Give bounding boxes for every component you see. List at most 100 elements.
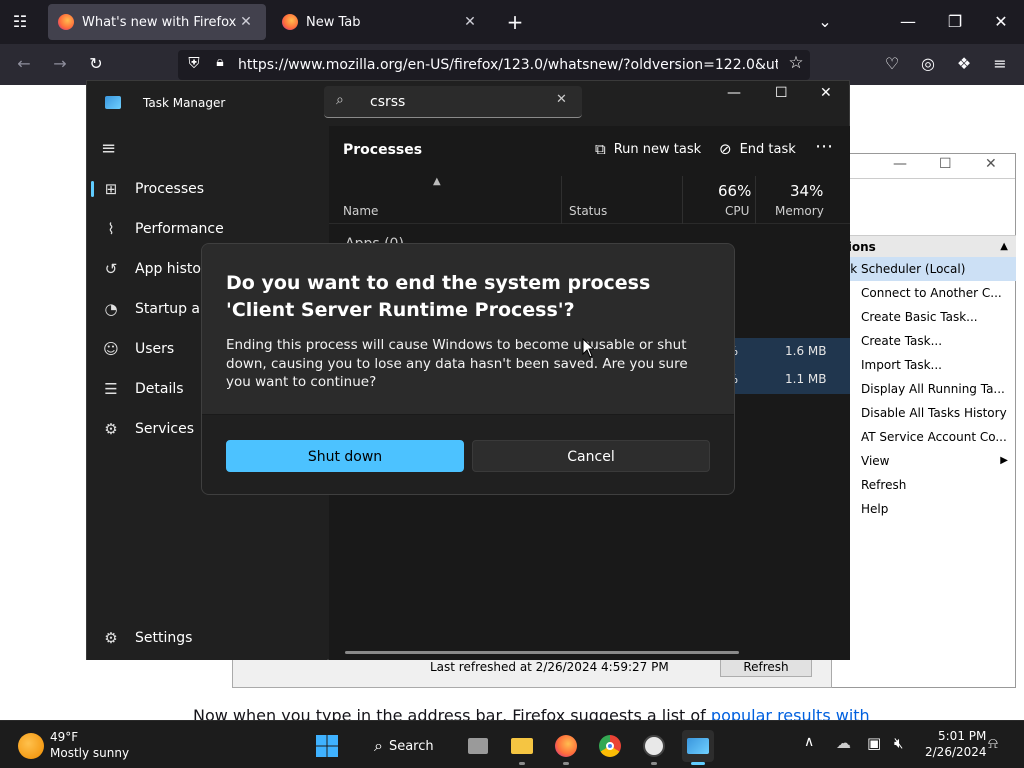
extensions-icon[interactable]: ❖ <box>949 49 979 79</box>
window-title: Task Manager <box>143 96 226 110</box>
onedrive-cloud-icon[interactable]: ☁ <box>836 734 851 752</box>
pocket-icon[interactable]: ♡ <box>877 49 907 79</box>
action-import-task[interactable]: Import Task... <box>832 353 1016 377</box>
firefox-view-icon[interactable]: ☷ <box>5 7 35 37</box>
performance-icon: ⌇ <box>107 220 115 238</box>
column-memory[interactable]: Memory <box>775 204 824 218</box>
startup-apps-icon: ◔ <box>104 300 118 318</box>
search-input[interactable] <box>370 93 550 110</box>
end-task-button[interactable]: ⊘ End task <box>719 140 796 158</box>
action-view-label: View <box>861 454 890 468</box>
close-icon[interactable]: ✕ <box>985 156 997 172</box>
task-manager-icon <box>687 738 709 754</box>
minimize-icon[interactable]: — <box>893 7 923 37</box>
tab-new-tab[interactable]: New Tab ✕ <box>272 4 490 40</box>
forward-arrow-icon[interactable]: → <box>45 49 75 79</box>
firefox-taskbar-button[interactable] <box>550 730 582 765</box>
firefox-logo-icon <box>555 735 577 757</box>
column-name[interactable]: Name <box>343 204 378 218</box>
tracking-shield-icon[interactable]: ⛨ <box>184 54 204 72</box>
users-icon: ☺ <box>103 340 119 358</box>
run-new-task-button[interactable]: ⧉ Run new task <box>595 140 701 158</box>
file-explorer-button[interactable] <box>506 730 538 765</box>
nav-processes[interactable]: ⊞ Processes <box>87 169 327 209</box>
maximize-icon[interactable]: ☐ <box>775 85 788 101</box>
close-icon[interactable]: ✕ <box>820 85 832 101</box>
end-task-icon: ⊘ <box>719 140 732 158</box>
network-icon[interactable]: ▣ <box>867 734 881 752</box>
minimize-icon[interactable]: — <box>727 85 741 101</box>
action-refresh[interactable]: Refresh <box>832 473 1016 497</box>
restore-icon[interactable]: ❐ <box>940 7 970 37</box>
account-icon[interactable]: ◎ <box>913 49 943 79</box>
clock-date[interactable]: 2/26/2024 <box>925 745 987 759</box>
lock-icon[interactable]: 🔒︎ <box>210 54 230 70</box>
reload-icon[interactable]: ↻ <box>81 49 111 79</box>
bookmark-star-icon[interactable]: ☆ <box>786 53 806 73</box>
memory-usage-percent: 34% <box>790 182 824 200</box>
task-manager-logo-icon <box>105 96 121 109</box>
more-options-icon[interactable]: ⋯ <box>815 136 833 157</box>
task-manager-taskbar-button[interactable] <box>682 730 714 765</box>
shut-down-button[interactable]: Shut down <box>226 440 464 472</box>
maximize-icon[interactable]: ☐ <box>939 156 952 172</box>
task-view-button[interactable] <box>462 730 494 762</box>
firefox-logo-icon <box>282 14 298 30</box>
menu-hamburger-icon[interactable]: ≡ <box>985 49 1015 79</box>
refresh-button[interactable]: Refresh <box>720 657 812 677</box>
new-tab-plus-icon[interactable]: + <box>500 7 530 37</box>
nav-label: Details <box>135 381 184 397</box>
show-hidden-icons-chevron-icon[interactable]: ∧ <box>804 734 814 750</box>
column-divider <box>561 176 562 224</box>
close-tab-icon[interactable]: ✕ <box>460 14 480 30</box>
action-create-task[interactable]: Create Task... <box>832 329 1016 353</box>
chrome-taskbar-button[interactable] <box>594 730 626 762</box>
start-button[interactable] <box>311 730 343 762</box>
running-indicator <box>651 762 657 765</box>
action-at-service[interactable]: AT Service Account Co... <box>832 425 1016 449</box>
services-icon: ⚙ <box>104 420 118 438</box>
column-status[interactable]: Status <box>569 204 607 218</box>
actions-subheader[interactable]: sk Scheduler (Local) ▲ <box>832 241 1016 281</box>
taskbar-search-button[interactable]: ⌕ Search <box>362 732 452 760</box>
cancel-button[interactable]: Cancel <box>472 440 710 472</box>
weather-temperature[interactable]: 49°F <box>50 730 78 744</box>
back-arrow-icon[interactable]: ← <box>9 49 39 79</box>
action-view[interactable]: View ▶ <box>832 449 1016 473</box>
clock-app-button[interactable] <box>638 730 670 765</box>
hamburger-menu-icon[interactable]: ≡ <box>101 138 116 159</box>
close-window-icon[interactable]: ✕ <box>986 7 1016 37</box>
minimize-icon[interactable]: — <box>893 156 907 172</box>
search-icon: ⌕ <box>336 92 344 108</box>
notification-bell-icon[interactable]: ⍾ <box>988 734 998 752</box>
url-bar[interactable]: ⛨ 🔒︎ https://www.mozilla.org/en-US/firef… <box>178 50 810 80</box>
actions-pane: tions sk Scheduler (Local) ▲ Connect to … <box>832 235 1016 521</box>
horizontal-scrollbar[interactable] <box>345 651 739 654</box>
weather-description[interactable]: Mostly sunny <box>50 746 129 760</box>
action-connect[interactable]: Connect to Another C... <box>832 281 1016 305</box>
collapse-triangle-icon[interactable]: ▲ <box>1000 235 1008 259</box>
dialog-footer: Shut down Cancel <box>202 414 734 494</box>
action-help[interactable]: Help <box>832 497 1016 521</box>
dialog-title: Do you want to end the system process 'C… <box>226 272 651 321</box>
tab-whats-new[interactable]: What's new with Firefox - More ✕ <box>48 4 266 40</box>
search-label: Search <box>388 738 434 754</box>
weather-sun-icon[interactable] <box>18 733 44 759</box>
action-create-basic-task[interactable]: Create Basic Task... <box>832 305 1016 329</box>
clock-time[interactable]: 5:01 PM <box>938 729 986 743</box>
action-disable-history[interactable]: Disable All Tasks History <box>832 401 1016 425</box>
processes-icon: ⊞ <box>104 180 118 198</box>
close-tab-icon[interactable]: ✕ <box>236 14 256 30</box>
nav-label: Settings <box>135 630 193 646</box>
search-box[interactable]: ⌕ ✕ <box>324 86 582 118</box>
clear-search-icon[interactable]: ✕ <box>556 92 567 107</box>
nav-label: Users <box>135 341 175 357</box>
running-indicator <box>519 762 525 765</box>
mouse-cursor-icon <box>582 338 594 358</box>
nav-settings[interactable]: ⚙ Settings <box>87 618 327 658</box>
action-display-running[interactable]: Display All Running Ta... <box>832 377 1016 401</box>
end-task-label: End task <box>739 141 796 157</box>
list-tabs-chevron-icon[interactable]: ⌄ <box>810 7 840 37</box>
volume-muted-icon[interactable]: 🔇︎ <box>894 734 903 752</box>
column-cpu[interactable]: CPU <box>725 204 749 218</box>
